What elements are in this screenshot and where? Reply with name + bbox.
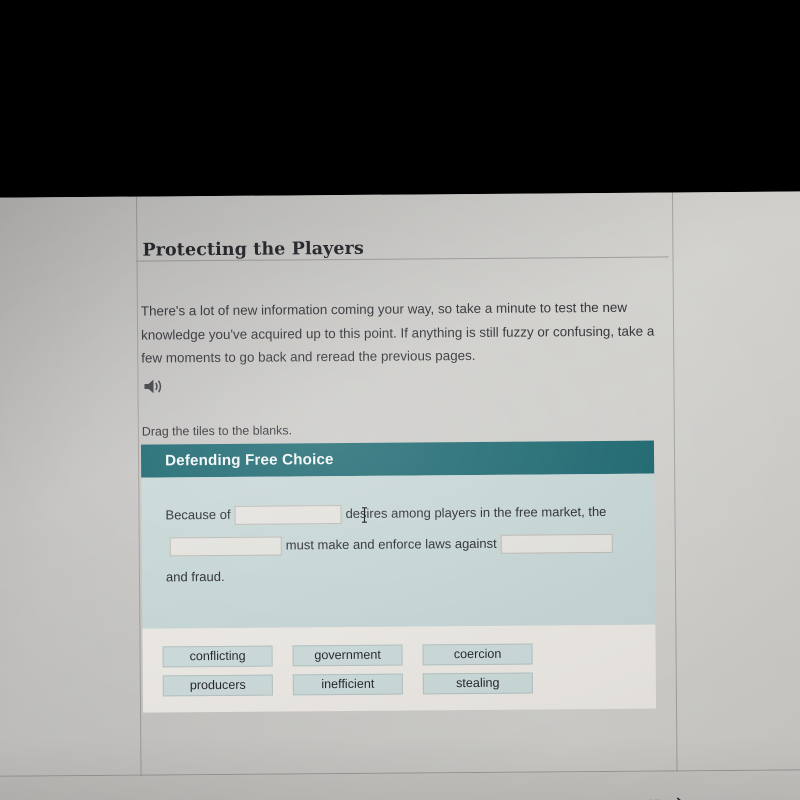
- next-button[interactable]: NEXT: [625, 796, 686, 800]
- sentence-part-1: Because of: [165, 506, 231, 523]
- activity-card-body: Because of desires among players in the f…: [141, 473, 656, 629]
- screen-surface: Protecting the Players There's a lot of …: [0, 191, 800, 800]
- tile-tray: conflicting government coercion producer…: [142, 624, 657, 713]
- lesson-page: Protecting the Players There's a lot of …: [0, 191, 800, 800]
- intro-paragraph: There's a lot of new information coming …: [140, 300, 655, 366]
- fill-in-the-blank-sentence: Because of desires among players in the f…: [165, 496, 631, 593]
- lesson-content: Protecting the Players There's a lot of …: [136, 192, 677, 776]
- activity-card: Defending Free Choice Because of desires …: [140, 440, 657, 713]
- tile-producers[interactable]: producers: [162, 674, 273, 697]
- sentence-part-3: must make and enforce laws against: [285, 535, 497, 553]
- speaker-icon[interactable]: [142, 376, 166, 396]
- activity-card-title: Defending Free Choice: [165, 451, 334, 470]
- tile-inefficient[interactable]: inefficient: [292, 673, 403, 696]
- drag-instruction: Drag the tiles to the blanks.: [141, 423, 293, 439]
- blank-1[interactable]: [234, 505, 342, 525]
- blank-2[interactable]: [169, 536, 282, 557]
- tile-stealing[interactable]: stealing: [422, 672, 533, 695]
- sentence-part-4: and: [165, 569, 188, 585]
- blank-3[interactable]: [500, 533, 613, 554]
- activity-card-header: Defending Free Choice: [140, 440, 655, 478]
- tile-row: conflicting government coercion: [143, 643, 656, 668]
- photographed-screen-frame: Protecting the Players There's a lot of …: [0, 0, 800, 800]
- tile-conflicting[interactable]: conflicting: [162, 645, 273, 668]
- tile-row: producers inefficient stealing: [143, 672, 656, 697]
- page-title: Protecting the Players: [142, 238, 364, 261]
- tile-coercion[interactable]: coercion: [422, 643, 533, 666]
- tile-government[interactable]: government: [292, 644, 403, 667]
- sentence-part-5: fraud.: [191, 568, 225, 585]
- arrow-right-icon: [667, 796, 685, 800]
- sentence-part-2: desires among players in the free market…: [345, 503, 607, 521]
